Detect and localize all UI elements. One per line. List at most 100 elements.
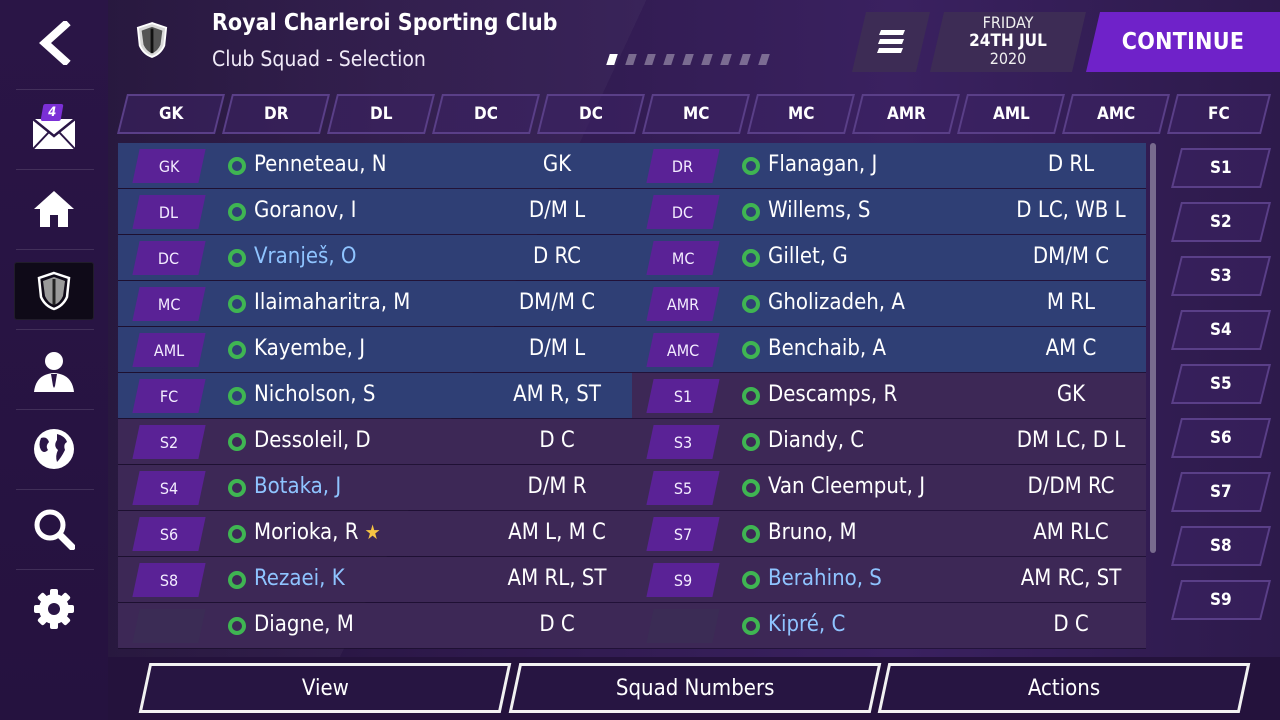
- sub-slot[interactable]: S4: [1171, 310, 1271, 350]
- sub-slot[interactable]: S6: [1171, 418, 1271, 458]
- formation-tab[interactable]: DC: [432, 94, 540, 134]
- sidebar-item-club[interactable]: [14, 262, 94, 320]
- player-entry[interactable]: Kipré, C D C: [632, 603, 1146, 648]
- sidebar-item-world[interactable]: [14, 420, 94, 478]
- player-name-cell[interactable]: Gholizadeh, A: [768, 290, 905, 315]
- position-slot[interactable]: DR: [646, 149, 720, 183]
- player-name-cell[interactable]: Botaka, J: [254, 474, 341, 499]
- player-entry[interactable]: S7 Bruno, M AM RLC: [632, 511, 1146, 556]
- player-entry[interactable]: AMC Benchaib, A AM C: [632, 327, 1146, 372]
- player-name-cell[interactable]: Diagne, M: [254, 612, 354, 637]
- sidebar-item-home[interactable]: [14, 180, 94, 238]
- position-slot[interactable]: MC: [132, 287, 206, 321]
- position-slot[interactable]: AMC: [646, 333, 720, 367]
- sub-slot[interactable]: S8: [1171, 526, 1271, 566]
- formation-tab[interactable]: DL: [327, 94, 435, 134]
- formation-tab[interactable]: MC: [747, 94, 855, 134]
- position-slot[interactable]: DC: [132, 241, 206, 275]
- player-entry[interactable]: S1 Descamps, R GK: [632, 373, 1146, 418]
- position-slot[interactable]: S7: [646, 517, 720, 551]
- player-entry[interactable]: DC Vranješ, OD RC: [118, 235, 632, 280]
- position-slot[interactable]: GK: [132, 149, 206, 183]
- squad-numbers-button[interactable]: Squad Numbers: [508, 663, 882, 713]
- position-slot[interactable]: AMR: [646, 287, 720, 321]
- continue-button[interactable]: CONTINUE: [1086, 12, 1280, 72]
- formation-tab[interactable]: AMR: [852, 94, 960, 134]
- position-slot[interactable]: DL: [132, 195, 206, 229]
- player-entry[interactable]: GK Penneteau, N GK: [118, 143, 632, 188]
- player-entry[interactable]: S4 Botaka, J D/M R: [118, 465, 632, 510]
- position-slot[interactable]: S9: [646, 563, 720, 597]
- formation-tab[interactable]: GK: [117, 94, 225, 134]
- player-entry[interactable]: S6 Morioka, R ★ AM L, M C: [118, 511, 632, 556]
- position-slot[interactable]: S6: [132, 517, 206, 551]
- player-entry[interactable]: AML Kayembe, J D/M L: [118, 327, 632, 372]
- player-entry[interactable]: S5 Van Cleemput, J D/DM RC: [632, 465, 1146, 510]
- view-button[interactable]: View: [138, 663, 512, 713]
- sidebar-item-staff[interactable]: [14, 342, 94, 400]
- sub-slot[interactable]: S9: [1171, 580, 1271, 620]
- player-name-cell[interactable]: Goranov, I: [254, 198, 356, 223]
- formation-tab[interactable]: DR: [222, 94, 330, 134]
- back-button[interactable]: [14, 14, 94, 72]
- player-name-cell[interactable]: Dessoleil, D: [254, 428, 371, 453]
- player-entry[interactable]: DR Flanagan, J D RL: [632, 143, 1146, 188]
- position-slot[interactable]: DC: [646, 195, 720, 229]
- player-name-cell[interactable]: Willems, S: [768, 198, 871, 223]
- player-name-cell[interactable]: Vranješ, O: [254, 244, 356, 269]
- player-name-cell[interactable]: Bruno, M: [768, 520, 857, 545]
- formation-tab[interactable]: DC: [537, 94, 645, 134]
- player-entry[interactable]: Diagne, MD C: [118, 603, 632, 648]
- sidebar-item-search[interactable]: [14, 500, 94, 558]
- player-name-cell[interactable]: Berahino, S: [768, 566, 882, 591]
- formation-tab[interactable]: FC: [1167, 94, 1271, 134]
- player-name-cell[interactable]: Benchaib, A: [768, 336, 886, 361]
- player-name-cell[interactable]: Penneteau, N: [254, 152, 387, 177]
- position-slot[interactable]: FC: [132, 379, 206, 413]
- player-entry[interactable]: S8 Rezaei, K AM RL, ST: [118, 557, 632, 602]
- player-name-cell[interactable]: Gillet, G: [768, 244, 848, 269]
- position-slot[interactable]: S1: [646, 379, 720, 413]
- position-slot[interactable]: AML: [132, 333, 206, 367]
- position-slot[interactable]: S4: [132, 471, 206, 505]
- player-name-cell[interactable]: Diandy, C: [768, 428, 864, 453]
- table-scrollbar[interactable]: [1150, 143, 1156, 553]
- club-name: Royal Charleroi Sporting Club: [212, 10, 558, 36]
- player-name-cell[interactable]: Rezaei, K: [254, 566, 345, 591]
- sub-slot[interactable]: S2: [1171, 202, 1271, 242]
- player-name-cell[interactable]: Van Cleemput, J: [768, 474, 925, 499]
- position-slot[interactable]: S5: [646, 471, 720, 505]
- player-name-cell[interactable]: Kipré, C: [768, 612, 845, 637]
- player-name-cell[interactable]: Morioka, R ★: [254, 520, 381, 545]
- actions-button[interactable]: Actions: [877, 663, 1251, 713]
- player-entry[interactable]: S2 Dessoleil, DD C: [118, 419, 632, 464]
- player-entry[interactable]: MC Ilaimaharitra, M DM/M C: [118, 281, 632, 326]
- position-slot[interactable]: [132, 609, 206, 643]
- sub-slot[interactable]: S7: [1171, 472, 1271, 512]
- player-entry[interactable]: S3 Diandy, C DM LC, D L: [632, 419, 1146, 464]
- sub-slot[interactable]: S3: [1171, 256, 1271, 296]
- player-name-cell[interactable]: Flanagan, J: [768, 152, 877, 177]
- player-entry[interactable]: DL Goranov, I D/M L: [118, 189, 632, 234]
- formation-tab[interactable]: AMC: [1062, 94, 1170, 134]
- player-entry[interactable]: S9 Berahino, S AM RC, ST: [632, 557, 1146, 602]
- position-slot[interactable]: [646, 609, 720, 643]
- player-name-cell[interactable]: Nicholson, S: [254, 382, 375, 407]
- formation-tab[interactable]: AML: [957, 94, 1065, 134]
- player-entry[interactable]: MC Gillet, G DM/M C: [632, 235, 1146, 280]
- player-entry[interactable]: DC Willems, S D LC, WB L: [632, 189, 1146, 234]
- position-slot[interactable]: S3: [646, 425, 720, 459]
- sub-slot[interactable]: S5: [1171, 364, 1271, 404]
- player-entry[interactable]: FC Nicholson, S AM R, ST: [118, 373, 632, 418]
- player-name-cell[interactable]: Descamps, R: [768, 382, 897, 407]
- sidebar-item-inbox[interactable]: 4: [14, 98, 94, 156]
- player-name-cell[interactable]: Ilaimaharitra, M: [254, 290, 410, 315]
- formation-tab[interactable]: MC: [642, 94, 750, 134]
- player-entry[interactable]: AMR Gholizadeh, A M RL: [632, 281, 1146, 326]
- position-slot[interactable]: S8: [132, 563, 206, 597]
- position-slot[interactable]: S2: [132, 425, 206, 459]
- sidebar-item-settings[interactable]: [14, 580, 94, 638]
- sub-slot[interactable]: S1: [1171, 148, 1271, 188]
- position-slot[interactable]: MC: [646, 241, 720, 275]
- player-name-cell[interactable]: Kayembe, J: [254, 336, 365, 361]
